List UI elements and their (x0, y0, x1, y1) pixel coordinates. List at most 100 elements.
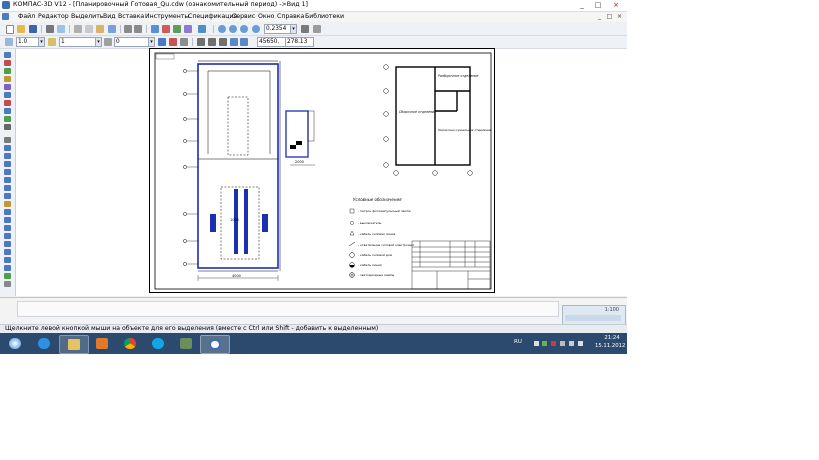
tray-network-icon[interactable] (542, 341, 547, 346)
ortho-mode-icon[interactable] (219, 38, 227, 46)
preview-icon[interactable] (57, 25, 65, 33)
fillet-icon[interactable] (4, 233, 11, 239)
layer-field[interactable]: 1 (59, 37, 96, 47)
pointer-icon[interactable] (240, 38, 248, 46)
properties-icon[interactable] (184, 25, 192, 33)
library-icon[interactable] (162, 25, 170, 33)
menu-insert[interactable]: Вставка (118, 13, 144, 20)
doc-menu-icon[interactable] (2, 13, 9, 20)
grid-icon[interactable] (180, 38, 188, 46)
help-icon[interactable] (198, 25, 206, 33)
round-icon[interactable] (208, 38, 216, 46)
language-indicator[interactable]: RU (514, 339, 522, 345)
zoom-out-icon[interactable] (240, 25, 248, 33)
chamfer-icon[interactable] (4, 241, 11, 247)
manager-icon[interactable] (151, 25, 159, 33)
print-icon[interactable] (46, 25, 54, 33)
save-icon[interactable] (29, 25, 37, 33)
menu-view[interactable]: Вид (103, 13, 116, 20)
undo-icon[interactable] (124, 25, 132, 33)
refresh-icon[interactable] (313, 25, 321, 33)
close-button[interactable]: × (612, 1, 620, 9)
menu-window[interactable]: Окно (258, 13, 274, 20)
taskbar-explorer[interactable] (59, 335, 89, 354)
equidistant-icon[interactable] (4, 225, 11, 231)
doc-close-button[interactable]: × (616, 12, 623, 21)
report-icon[interactable] (4, 124, 11, 130)
more-tools-icon[interactable] (4, 281, 11, 287)
tray-volume-icon[interactable] (578, 341, 583, 346)
point-icon[interactable] (4, 137, 11, 143)
local-cs-icon[interactable] (197, 38, 205, 46)
spline-icon[interactable] (4, 257, 11, 263)
zoom-field[interactable]: 0.2354 (264, 24, 291, 34)
start-button[interactable] (2, 335, 30, 352)
menu-libraries[interactable]: Библиотеки (305, 13, 344, 20)
zoom-window-icon[interactable] (218, 25, 226, 33)
contour-icon[interactable] (4, 217, 11, 223)
cursor-y-field[interactable]: 278.13 (285, 37, 314, 47)
tray-display-icon[interactable] (560, 341, 565, 346)
tray-signal-icon[interactable] (569, 341, 574, 346)
polygon-icon[interactable] (4, 209, 11, 215)
layer-dropdown-button[interactable]: ▾ (95, 37, 102, 47)
menu-file[interactable]: Файл (18, 13, 35, 20)
menu-select[interactable]: Выделить (71, 13, 103, 20)
tray-flag-icon[interactable] (551, 341, 556, 346)
copy-icon[interactable] (85, 25, 93, 33)
style-field[interactable]: 0 (114, 37, 149, 47)
clock-date[interactable]: 15.11.2012 (595, 343, 625, 349)
scale-dropdown-button[interactable]: ▾ (38, 37, 45, 47)
cut-icon[interactable] (74, 25, 82, 33)
segment-icon[interactable] (4, 145, 11, 151)
edit-icon[interactable] (4, 76, 11, 82)
tray-arrow-icon[interactable] (534, 341, 539, 346)
format-brush-icon[interactable] (108, 25, 116, 33)
new-document-icon[interactable] (6, 25, 14, 34)
hatch-icon[interactable] (4, 249, 11, 255)
minimize-button[interactable]: _ (578, 1, 586, 9)
style-dropdown-button[interactable]: ▾ (148, 37, 155, 47)
scale-panel[interactable]: 1:100 (562, 305, 626, 325)
menu-tools[interactable]: Инструменты (145, 13, 189, 20)
rectangle-icon[interactable] (4, 201, 11, 207)
geometry-icon[interactable] (4, 52, 11, 58)
circle-icon[interactable] (4, 161, 11, 167)
taskbar-skype[interactable] (144, 335, 172, 352)
pan-icon[interactable] (301, 25, 309, 33)
zoom-in-icon[interactable] (229, 25, 237, 33)
cursor-x-field[interactable]: 45650. (257, 37, 286, 47)
arc-icon[interactable] (4, 169, 11, 175)
bezier-icon[interactable] (4, 185, 11, 191)
notation-icon[interactable] (4, 68, 11, 74)
variables-icon[interactable] (173, 25, 181, 33)
zoom-scale-icon[interactable] (252, 25, 260, 33)
polyline-icon[interactable] (4, 193, 11, 199)
ellipse-icon[interactable] (4, 177, 11, 183)
open-folder-icon[interactable] (17, 25, 25, 33)
taskbar-chrome[interactable] (116, 335, 144, 352)
paste-icon[interactable] (96, 25, 104, 33)
axis-icon[interactable] (4, 273, 11, 279)
taskbar-app[interactable] (172, 335, 200, 352)
spec-icon[interactable] (4, 116, 11, 122)
cursor-coords-icon[interactable] (230, 38, 238, 46)
command-area[interactable] (17, 301, 559, 317)
doc-minimize-button[interactable]: _ (596, 12, 603, 21)
clock-time[interactable]: 21:24 (600, 335, 624, 342)
doc-restore-button[interactable]: □ (606, 12, 613, 21)
menu-editor[interactable]: Редактор (38, 13, 69, 20)
menu-help[interactable]: Справка (277, 13, 304, 20)
snap-icon[interactable] (158, 38, 166, 46)
taskbar-media[interactable] (88, 335, 116, 352)
scale-field[interactable]: 1.0 (16, 37, 39, 47)
dimensions-icon[interactable] (4, 60, 11, 66)
measure-icon[interactable] (4, 92, 11, 98)
collect-contour-icon[interactable] (4, 265, 11, 271)
drawing-sheet[interactable]: 4000 2000 1000 Сборочное отделение Разбо… (149, 48, 495, 293)
menu-service[interactable]: Сервис (232, 13, 255, 20)
zoom-dropdown-button[interactable]: ▾ (290, 24, 297, 34)
select-icon[interactable] (4, 100, 11, 106)
taskbar-kompas[interactable] (200, 335, 230, 354)
parametrization-icon[interactable] (4, 84, 11, 90)
